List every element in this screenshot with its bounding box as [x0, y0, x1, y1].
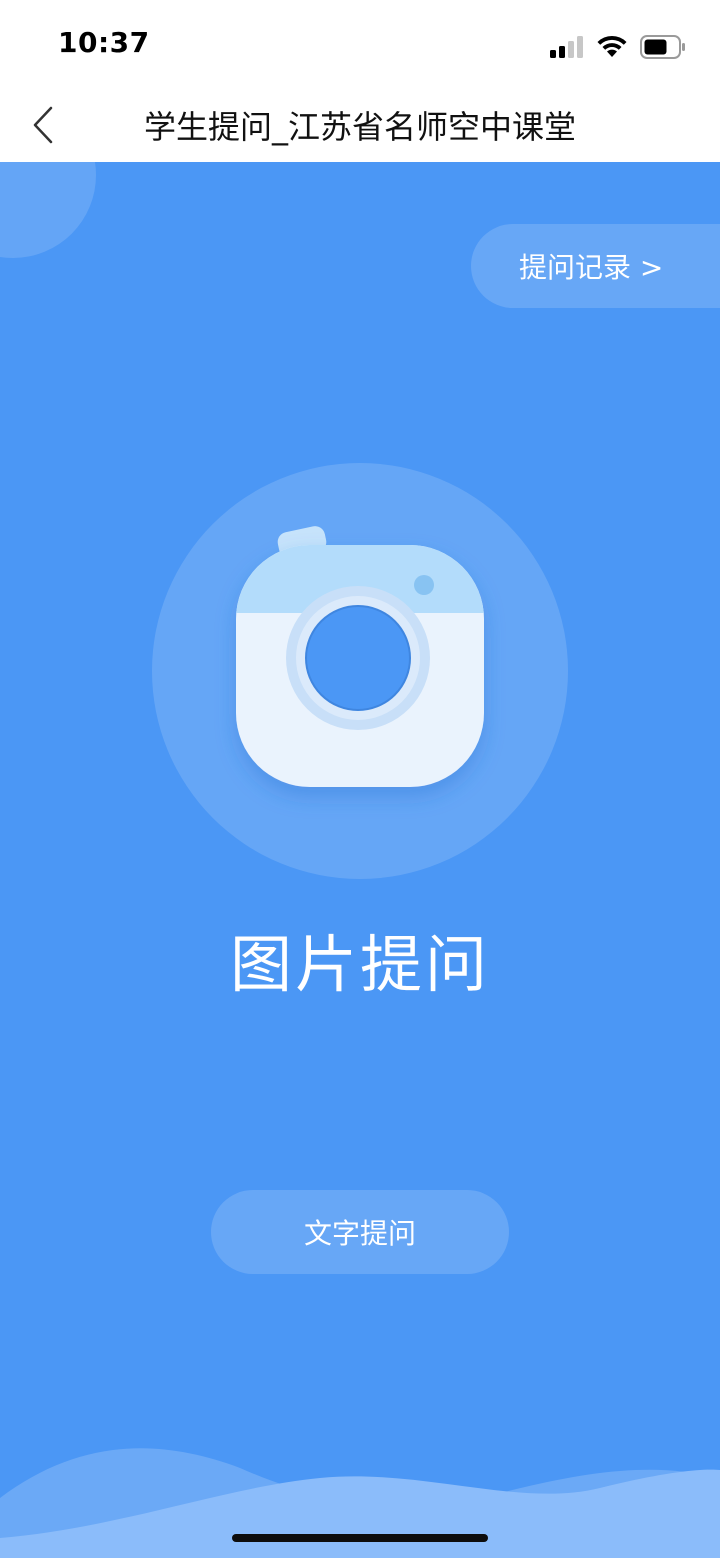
status-time: 10:37	[58, 26, 150, 59]
image-question-label: 图片提问	[229, 928, 490, 1001]
decorative-circle	[0, 162, 96, 258]
wifi-icon	[597, 35, 627, 57]
status-icons	[550, 32, 686, 62]
page-title: 学生提问_江苏省名师空中课堂	[143, 108, 576, 146]
text-question-label: 文字提问	[303, 1217, 416, 1250]
text-question-button[interactable]: 文字提问	[211, 1190, 509, 1274]
camera-icon	[236, 526, 484, 787]
question-history-label: 提问记录 >	[519, 251, 664, 284]
status-bar: 10:37	[0, 0, 720, 90]
main-content: 提问记录 > 图片提问 文字提问	[0, 162, 720, 1558]
image-question-button[interactable]	[152, 463, 568, 879]
cellular-signal-icon	[550, 36, 583, 58]
question-history-button[interactable]: 提问记录 >	[471, 224, 720, 308]
battery-icon	[640, 35, 685, 59]
nav-bar: 学生提问_江苏省名师空中课堂	[0, 90, 720, 162]
home-indicator	[232, 1534, 488, 1542]
